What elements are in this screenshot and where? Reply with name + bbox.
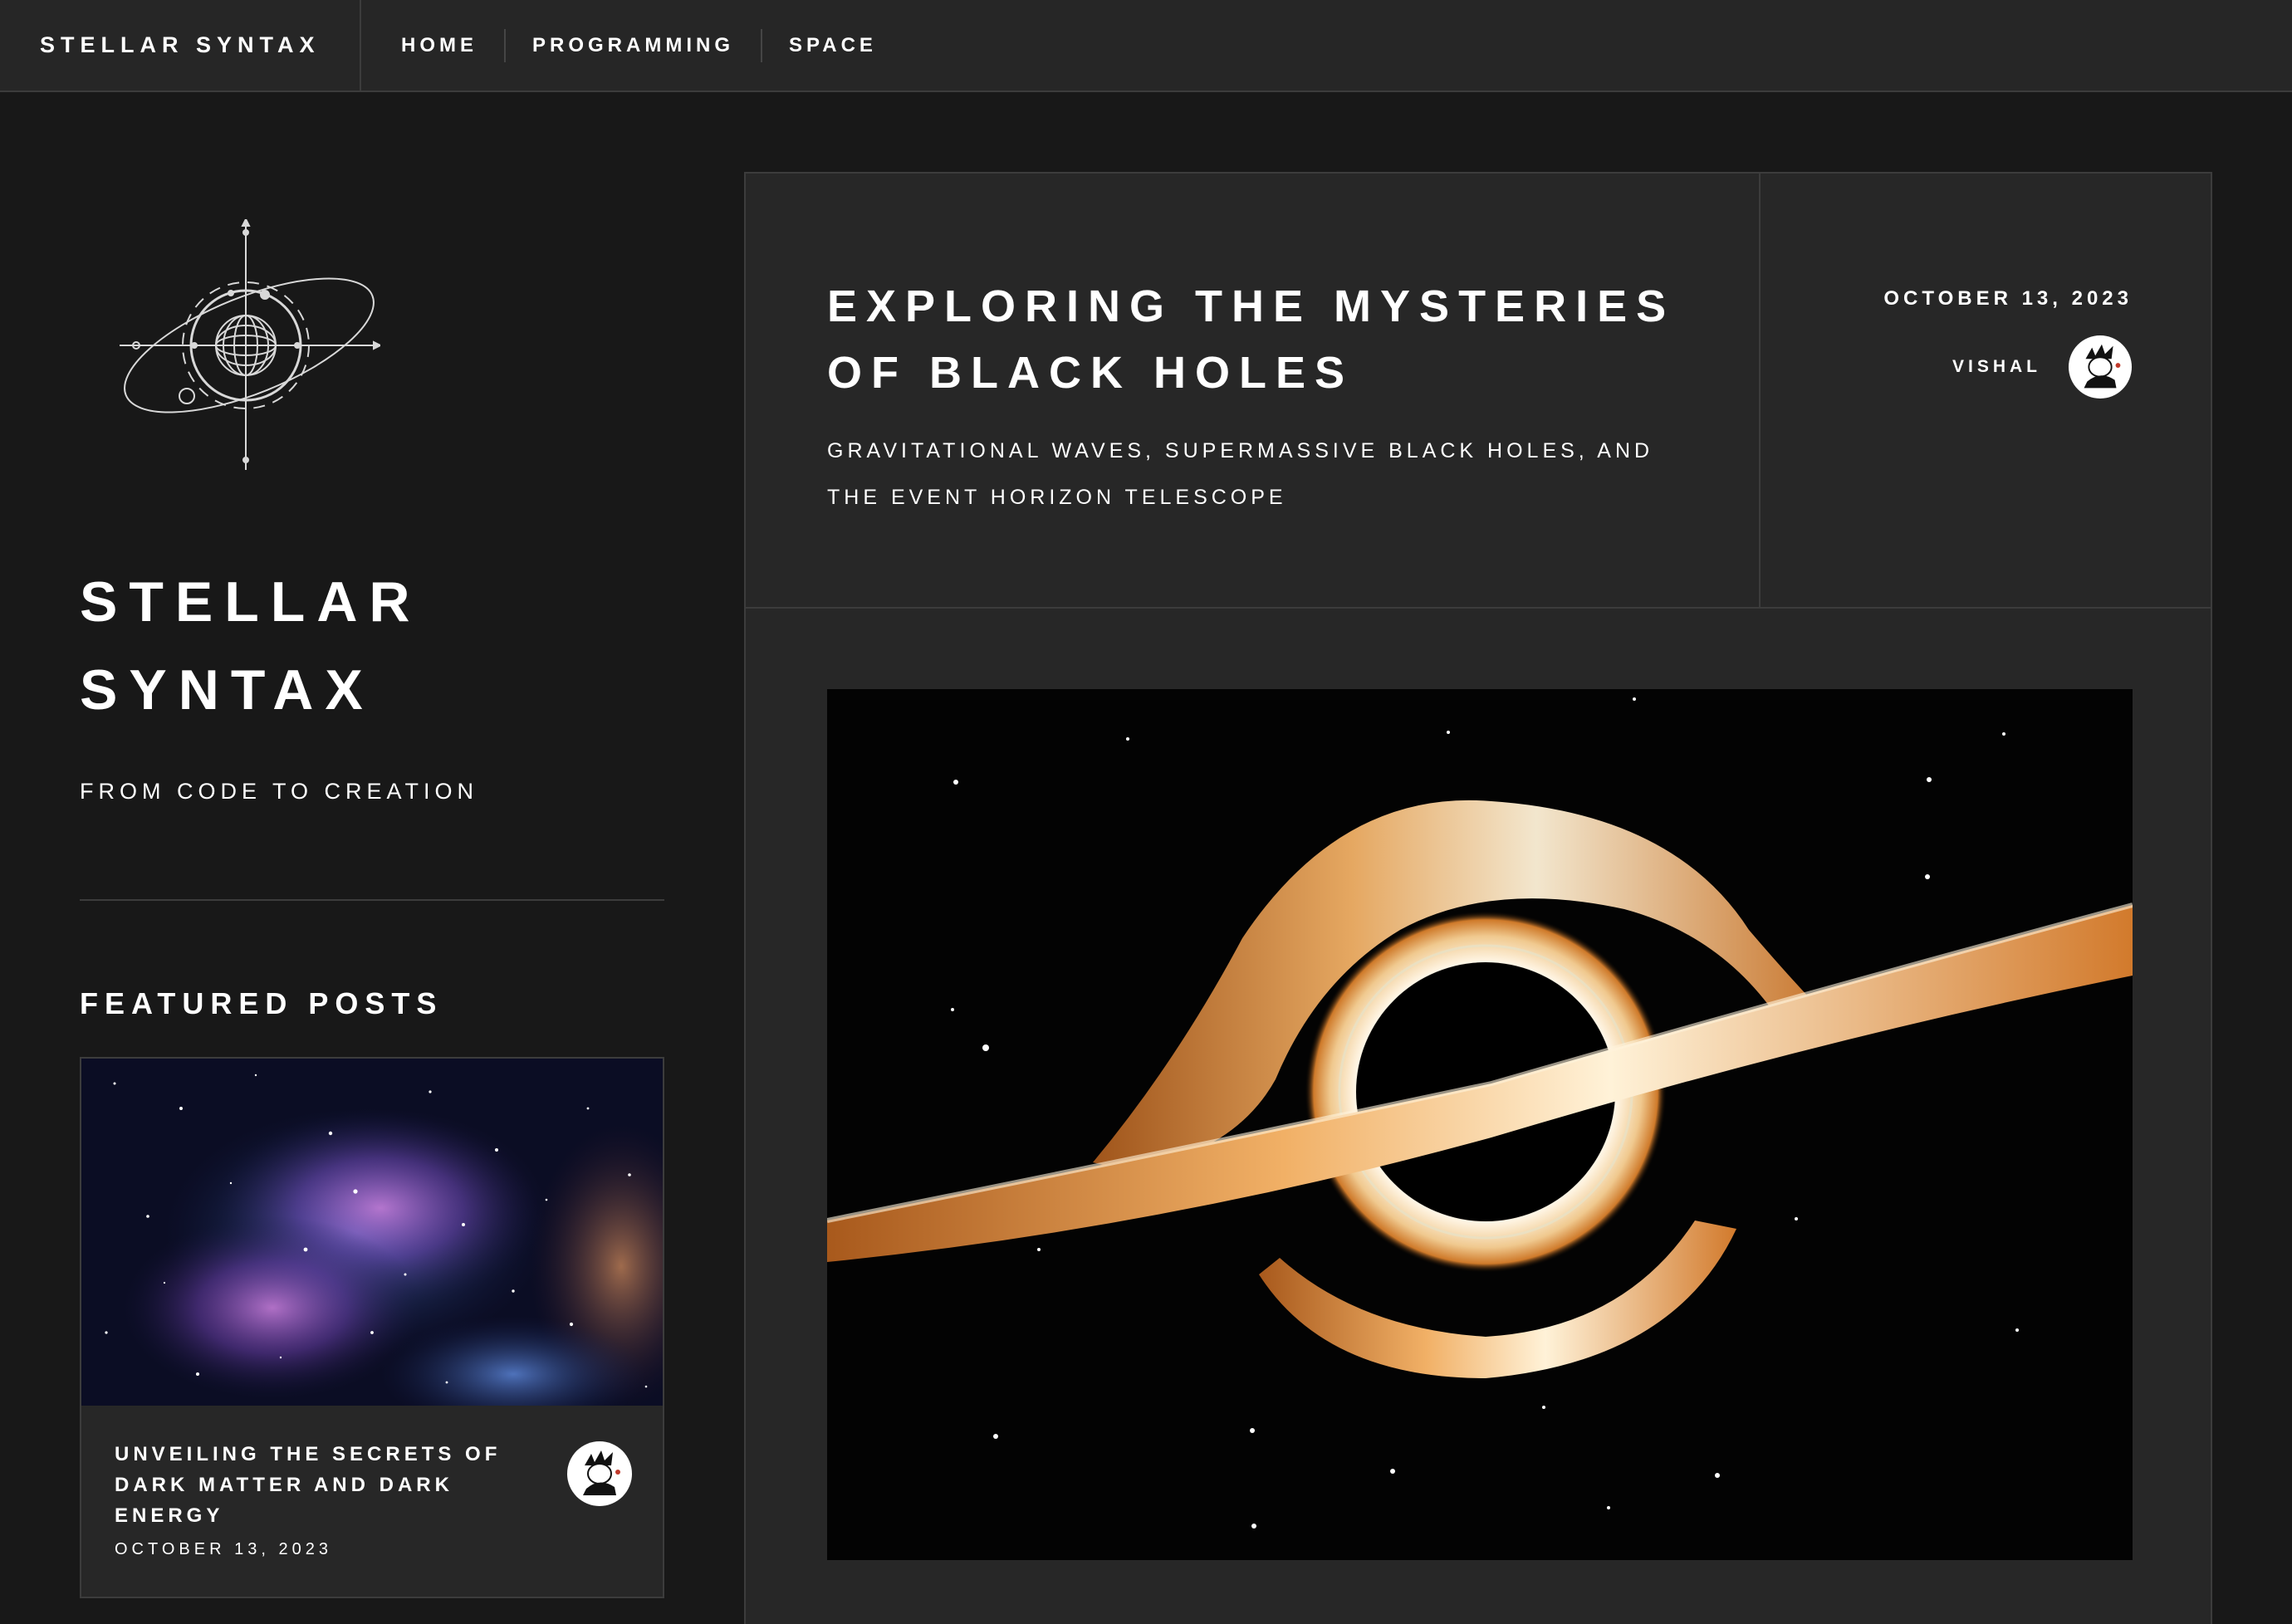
nav-item-space[interactable]: SPACE [762,29,904,62]
nav-menu: HOME PROGRAMMING SPACE [361,0,904,90]
post-subtitle: GRAVITATIONAL WAVES, SUPERMASSIVE BLACK … [827,439,1654,509]
featured-posts-heading: FEATURED POSTS [80,986,443,1020]
planet-logo-icon[interactable] [115,219,380,472]
nav-item-home[interactable]: HOME [361,28,506,62]
site-title: STELLAR SYNTAX [80,570,422,722]
author-avatar-icon[interactable] [566,1441,633,1507]
top-navbar: STELLAR SYNTAX HOME PROGRAMMING SPACE [0,0,2292,92]
post-title: EXPLORING THE MYSTERIES OF BLACK HOLES [827,281,1676,398]
post-meta: OCTOBER 13, 2023 VISHAL [1761,174,2212,609]
nav-item-programming[interactable]: PROGRAMMING [506,28,762,62]
author-name[interactable]: VISHAL [1952,357,2041,377]
main-post: EXPLORING THE MYSTERIES OF BLACK HOLES G… [744,172,2212,1624]
nebula-image[interactable] [81,1059,663,1406]
black-hole-image[interactable] [827,689,2133,1560]
featured-post-title[interactable]: UNVEILING THE SECRETS OF DARK MATTER AND… [115,1439,530,1531]
featured-post-card[interactable]: UNVEILING THE SECRETS OF DARK MATTER AND… [80,1057,664,1598]
post-date: OCTOBER 13, 2023 [1883,287,2133,310]
nav-brand[interactable]: STELLAR SYNTAX [0,0,361,90]
post-author[interactable]: VISHAL [1952,335,2133,399]
sidebar-divider [80,899,664,901]
site-tagline: FROM CODE TO CREATION [80,779,479,804]
post-header: EXPLORING THE MYSTERIES OF BLACK HOLES G… [746,174,1761,609]
author-avatar-icon[interactable] [2068,335,2133,399]
featured-post-date: OCTOBER 13, 2023 [115,1540,332,1558]
